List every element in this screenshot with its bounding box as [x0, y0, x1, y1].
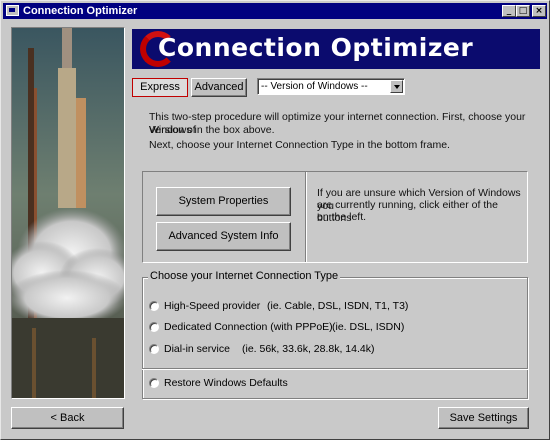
windows-version-value: -- Version of Windows -- — [261, 81, 368, 92]
radio-button-icon[interactable] — [149, 344, 159, 354]
maximize-button[interactable]: □ — [516, 5, 530, 17]
app-window: Connection Optimizer _ □ × Connection Op… — [0, 0, 550, 440]
close-button[interactable]: × — [532, 5, 546, 17]
version-hint-line-3: on the left. — [317, 211, 367, 223]
rocket-launch-image — [11, 27, 125, 399]
app-icon[interactable] — [6, 5, 19, 16]
chevron-down-icon[interactable] — [390, 80, 403, 93]
high-speed-hint: (ie. Cable, DSL, ISDN, T1, T3) — [267, 300, 409, 312]
advanced-system-info-button[interactable]: Advanced System Info — [156, 222, 291, 251]
title-bar[interactable]: Connection Optimizer _ □ × — [3, 3, 547, 19]
windows-version-select[interactable]: -- Version of Windows -- — [257, 78, 405, 95]
dial-in-hint: (ie. 56k, 33.6k, 28.8k, 14.4k) — [242, 343, 375, 355]
banner: Connection Optimizer — [132, 29, 540, 69]
rocket-launch-graphic — [12, 28, 124, 398]
banner-title: Connection Optimizer — [158, 33, 474, 62]
frame-divider — [305, 172, 307, 262]
restore-defaults-label: Restore Windows Defaults — [164, 377, 288, 389]
connection-type-title: Choose your Internet Connection Type — [148, 270, 341, 282]
system-info-frame: System Properties Advanced System Info I… — [142, 171, 528, 263]
dedicated-hint: (ie. DSL, ISDN) — [332, 321, 405, 333]
radio-button-icon[interactable] — [149, 378, 159, 388]
express-tab-button[interactable]: Express — [132, 78, 188, 97]
advanced-tab-button[interactable]: Advanced — [191, 78, 247, 97]
dedicated-label: Dedicated Connection (with PPPoE) — [164, 321, 333, 333]
save-settings-button[interactable]: Save Settings — [438, 407, 529, 429]
system-properties-button[interactable]: System Properties — [156, 187, 291, 216]
group-separator — [142, 368, 528, 370]
dial-in-label: Dial-in service — [164, 343, 230, 355]
window-title: Connection Optimizer — [23, 5, 138, 17]
radio-button-icon[interactable] — [149, 301, 159, 311]
minimize-button[interactable]: _ — [502, 5, 516, 17]
instruction-line-3: Next, choose your Internet Connection Ty… — [149, 139, 450, 151]
radio-button-icon[interactable] — [149, 322, 159, 332]
instruction-line-2: Windows in the box above. — [149, 124, 275, 136]
high-speed-label: High-Speed provider — [164, 300, 261, 312]
back-button[interactable]: < Back — [11, 407, 124, 429]
